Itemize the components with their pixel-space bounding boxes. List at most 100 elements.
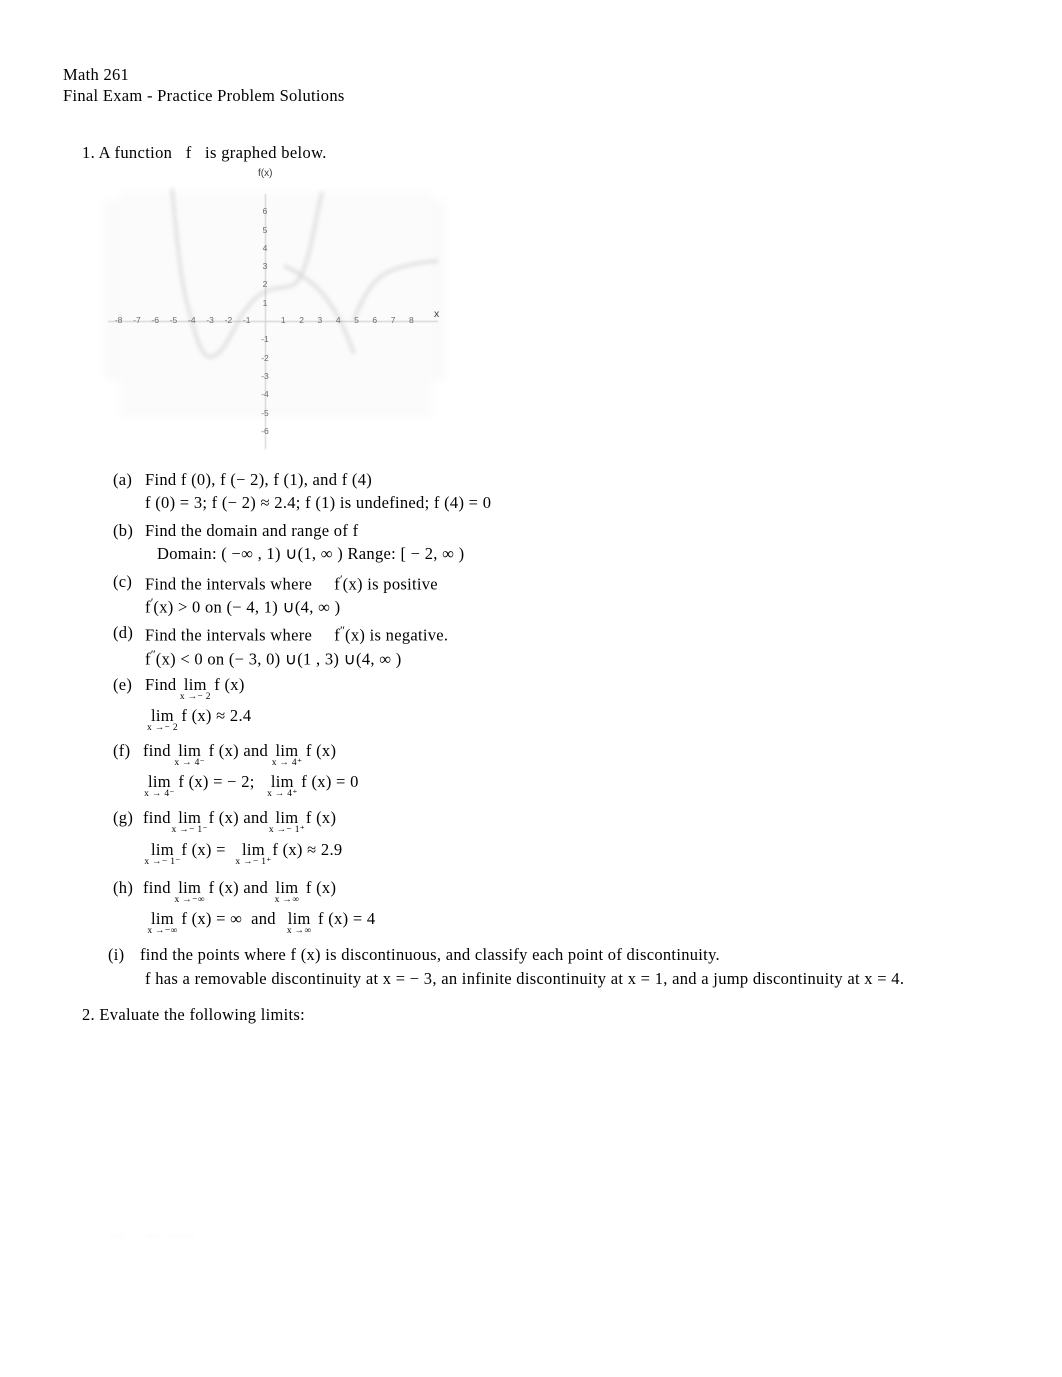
part-e-question-fn: f (x) [214,675,245,694]
part-f-a1-fn: f (x) = − 2; [178,772,255,791]
part-f-verb: find [143,741,171,760]
part-h-answer-limit-right: lim x →∞ [287,909,311,936]
part-e-question: Find lim x →− 2 f (x) [145,675,245,702]
problem-2-prompt: 2. Evaluate the following limits: [82,1005,305,1025]
part-g-answer: lim x →− 1⁻ f (x) = lim x →− 1⁺ f (x) ≈ … [144,840,343,867]
part-h-answer-limit-left: lim x →−∞ [147,909,177,936]
part-g-label: (g) [113,808,134,827]
part-d-answer-post: (x) < 0 on (− 3, 0) ∪(1 , 3) ∪(4, ∞ ) [155,649,402,669]
part-c-question-post: (x) is positive [342,574,438,594]
scan-artifact: — — —— [110,1228,325,1250]
part-h-q2-fn: f (x) [305,878,337,897]
part-c-question: Find the intervals where f′(x) is positi… [145,572,438,595]
part-d-question-pre: Find the intervals where [145,625,313,645]
part-f-question: find lim x → 4⁻ f (x) and lim x → 4⁺ f (… [143,741,337,768]
part-e-answer: lim x →− 2 f (x) ≈ 2.4 [147,706,252,733]
part-g-verb: find [143,808,171,827]
limit-subscript: x → 4⁺ [267,789,298,799]
part-g-question: find lim x →− 1⁻ f (x) and lim x →− 1⁺ f… [143,808,337,835]
limit-subscript: x →−∞ [147,926,178,936]
part-g-q1-fn: f (x) [208,808,239,827]
part-d-question: Find the intervals where f″(x) is negati… [145,623,448,646]
limit-subscript: x → 4⁻ [144,789,175,799]
part-e-question-limit: lim x →− 2 [180,675,211,702]
part-h-conjunction: and [243,878,269,897]
part-d-question-post: (x) is negative. [345,625,449,645]
document-subtitle: Final Exam - Practice Problem Solutions [63,86,345,105]
limit-subscript: x →− 1⁺ [235,857,272,867]
limit-operator: lim [151,706,174,725]
part-h-conjunction-2: and [251,909,276,928]
part-g-conjunction: and [243,808,269,827]
part-h-q1-fn: f (x) [208,878,239,897]
problem-1-function-symbol: f [185,143,192,162]
part-i-label: (i) [108,945,125,964]
scan-artifact-mark: — — —— [110,1228,195,1243]
limit-subscript: x →− 2 [179,692,211,702]
part-g-answer-limit-left: lim x →− 1⁻ [144,841,180,867]
part-e-answer-limit: lim x →− 2 [147,706,178,733]
limit-operator: lim [275,808,299,827]
part-b-answer: Domain: ( −∞ , 1) ∪(1, ∞ ) Range: [ − 2,… [157,544,465,563]
part-g-a1-fn: f (x) = [181,840,226,859]
part-h-verb: find [143,878,171,897]
part-f-q1-fn: f (x) [208,741,239,760]
part-f-question-limit-left: lim x → 4⁻ [174,741,204,768]
part-f-conjunction: and [243,741,269,760]
limit-subscript: x →− 2 [146,723,178,733]
limit-subscript: x →− 1⁺ [268,825,306,835]
part-f-q2-fn: f (x) [305,741,337,760]
limit-operator: lim [148,772,171,791]
document-page: Math 261 Final Exam - Practice Problem S… [0,0,1062,1377]
part-g-answer-limit-right: lim x →− 1⁺ [235,840,271,867]
function-graph: f(x) x -8 -7 -6 -5 -4 -3 -2 -1 1 2 3 4 5 6 7 8 6 5 4 3 2 1 -1… [100,168,450,453]
limit-operator: lim [275,878,299,897]
limit-operator: lim [242,840,265,859]
part-f-label: (f) [113,741,131,760]
part-g-question-limit-left: lim x →− 1⁻ [172,808,208,835]
part-a-answer: f (0) = 3; f (− 2) ≈ 2.4; f (1) is undef… [145,493,492,512]
part-b-question: Find the domain and range of f [145,521,359,540]
part-g-question-limit-right: lim x →− 1⁺ [269,808,305,835]
limit-subscript: x → 4⁻ [174,758,205,768]
limit-operator: lim [275,741,299,760]
limit-subscript: x →−∞ [174,895,205,905]
graph-curve [170,187,439,359]
part-b-label: (b) [113,521,134,540]
part-h-label: (h) [113,878,134,897]
limit-subscript: x →∞ [274,895,300,905]
part-g-q2-fn: f (x) [305,808,337,827]
limit-subscript: x →− 1⁻ [171,825,208,835]
problem-1-number: 1. [82,143,96,162]
limit-operator: lim [183,675,207,694]
part-e-verb: Find [145,675,177,694]
part-c-answer: f′(x) > 0 on (− 4, 1) ∪(4, ∞ ) [145,595,340,618]
part-a-question: Find f (0), f (− 2), f (1), and f (4) [145,470,373,489]
part-h-answer: lim x →−∞ f (x) = ∞ and lim x →∞ f (x) =… [147,909,375,936]
part-f-answer-limit-left: lim x → 4⁻ [144,772,174,799]
part-e-label: (e) [113,675,133,694]
part-f-answer-limit-right: lim x → 4⁺ [267,772,297,799]
part-d-label: (d) [113,623,134,642]
limit-operator: lim [178,808,202,827]
limit-operator: lim [151,909,174,928]
part-h-question-limit-right: lim x →∞ [275,878,299,905]
part-f-a2-fn: f (x) = 0 [301,772,359,791]
part-f-answer: lim x → 4⁻ f (x) = − 2; lim x → 4⁺ f (x)… [144,772,359,799]
part-h-question-limit-left: lim x →−∞ [175,878,205,905]
part-e-answer-fn: f (x) ≈ 2.4 [181,706,252,725]
limit-operator: lim [178,878,202,897]
part-i-answer: f has a removable discontinuity at x = −… [145,969,905,988]
limit-operator: lim [287,909,311,928]
part-f-question-limit-right: lim x → 4⁺ [272,741,302,768]
limit-operator: lim [270,772,294,791]
limit-subscript: x →∞ [286,926,312,936]
problem-2-text: Evaluate the following limits: [99,1005,306,1024]
limit-operator: lim [178,741,202,760]
part-i-question: find the points where f (x) is discontin… [140,945,720,964]
part-g-a2-fn: f (x) ≈ 2.9 [272,840,343,859]
problem-1-text-b: is graphed below. [205,143,327,162]
part-c-label: (c) [113,572,133,591]
problem-1-text-a: A function [98,143,173,162]
problem-1-prompt: 1. A function f is graphed below. [82,143,327,163]
